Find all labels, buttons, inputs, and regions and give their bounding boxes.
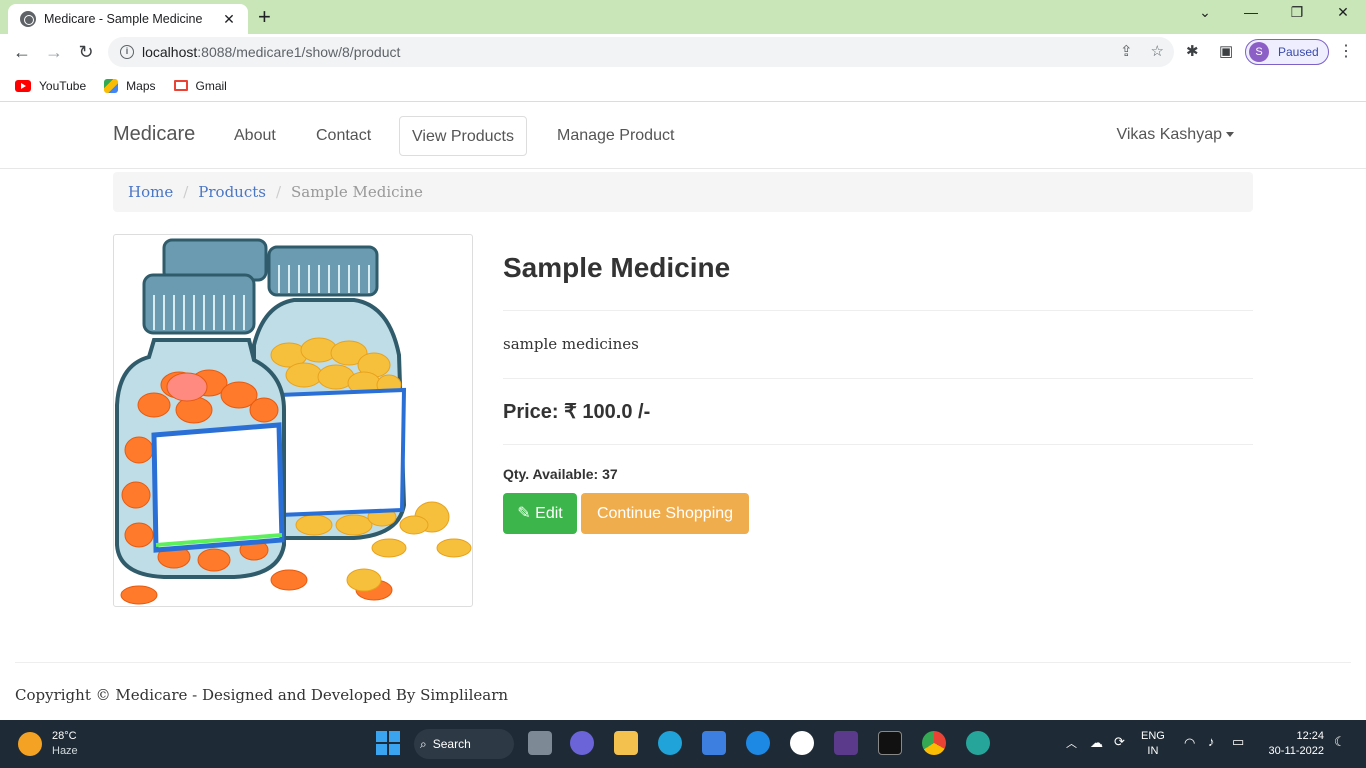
clock-date: 30-11-2022 — [1268, 745, 1324, 757]
weather-temperature: 28°C — [52, 730, 77, 742]
edit-label: Edit — [535, 505, 563, 522]
nav-manage-product[interactable]: Manage Product — [545, 116, 686, 156]
task-view-icon[interactable] — [528, 731, 552, 755]
windows-start-icon[interactable] — [376, 731, 400, 755]
forward-arrow-icon[interactable]: → — [42, 40, 66, 64]
edge-icon[interactable] — [658, 731, 682, 755]
breadcrumb-separator: / — [275, 183, 282, 201]
avatar: S — [1249, 42, 1269, 62]
store-icon[interactable] — [702, 731, 726, 755]
user-dropdown[interactable]: Vikas Kashyap — [1116, 126, 1234, 144]
site-navbar: Medicare About Contact View Products Man… — [0, 103, 1366, 169]
info-icon[interactable]: i — [120, 45, 134, 59]
product-details: Sample Medicine sample medicines Price: … — [503, 248, 1253, 534]
chevron-up-icon[interactable]: ︿ — [1066, 735, 1077, 751]
bookmark-youtube[interactable]: YouTube — [15, 79, 86, 93]
clock-time: 12:24 — [1296, 730, 1324, 742]
bookmark-label: YouTube — [39, 78, 87, 93]
brand-link[interactable]: Medicare — [113, 123, 195, 146]
restore-button[interactable]: ❐ — [1282, 4, 1312, 21]
close-icon[interactable]: ✕ — [220, 11, 238, 28]
bookmark-gmail[interactable]: Gmail — [173, 78, 227, 93]
puzzle-icon[interactable]: ✱ — [1186, 42, 1199, 60]
product-quantity: Qty. Available: 37 — [503, 445, 1253, 494]
youtube-icon — [15, 79, 31, 92]
address-bar[interactable]: i localhost:8088/medicare1/show/8/produc… — [108, 37, 1174, 67]
breadcrumb-home[interactable]: Home — [128, 183, 173, 201]
help-icon[interactable] — [746, 731, 770, 755]
footer-divider — [15, 662, 1351, 663]
side-panel-icon[interactable]: ▣ — [1219, 42, 1233, 60]
qty-label: Qty. Available: — [503, 466, 599, 482]
app-icon[interactable] — [790, 731, 814, 755]
footer-text: Copyright © Medicare - Designed and Deve… — [15, 686, 509, 704]
profile-status: Paused — [1278, 45, 1319, 59]
product-image — [113, 234, 473, 607]
breadcrumb-current: Sample Medicine — [291, 183, 423, 201]
profile-button[interactable]: S Paused — [1245, 39, 1329, 65]
taskbar-search[interactable]: ⌕ Search — [414, 729, 514, 759]
globe-icon — [20, 11, 36, 27]
chevron-down-icon[interactable]: ⌄ — [1190, 4, 1220, 21]
pencil-icon: ✎ — [517, 505, 531, 522]
reload-icon[interactable]: ↻ — [74, 40, 98, 64]
product-description: sample medicines — [503, 335, 639, 353]
more-options-icon[interactable]: ⋮ — [1338, 41, 1354, 61]
lang-top: ENG — [1141, 730, 1165, 742]
search-icon: ⌕ — [420, 736, 427, 751]
window-close-button[interactable]: ✕ — [1328, 4, 1358, 21]
product-title: Sample Medicine — [503, 252, 731, 283]
maps-icon — [104, 78, 119, 93]
chat-icon[interactable] — [570, 731, 594, 755]
gmail-icon — [173, 80, 188, 91]
weather-haze-icon — [18, 732, 42, 756]
wifi-icon[interactable]: ◠ — [1184, 735, 1195, 751]
weather-condition: Haze — [52, 745, 78, 757]
moon-icon[interactable]: ☾ — [1334, 734, 1346, 750]
file-explorer-icon[interactable] — [614, 731, 638, 755]
battery-icon[interactable]: ▭ — [1232, 734, 1244, 750]
qty-value: 37 — [602, 466, 618, 482]
user-name: Vikas Kashyap — [1116, 126, 1222, 143]
breadcrumb-products[interactable]: Products — [198, 183, 266, 201]
terminal-icon[interactable] — [878, 731, 902, 755]
chrome-icon[interactable] — [922, 731, 946, 755]
share-icon[interactable]: ⇪ — [1120, 42, 1133, 60]
browser-toolbar: ← → ↻ i localhost:8088/medicare1/show/8/… — [0, 34, 1366, 70]
breadcrumb-separator: / — [183, 183, 189, 201]
volume-icon[interactable]: ♪ — [1208, 734, 1215, 749]
new-tab-button[interactable]: + — [258, 5, 271, 29]
bookmark-maps[interactable]: Maps — [104, 78, 156, 93]
search-label: Search — [432, 737, 471, 751]
product-price: Price: ₹ 100.0 /- — [503, 401, 651, 423]
caret-down-icon — [1226, 132, 1234, 138]
cloud-icon[interactable]: ☁ — [1090, 735, 1103, 751]
ide-icon[interactable] — [834, 731, 858, 755]
minimize-button[interactable]: — — [1236, 4, 1266, 20]
clock[interactable]: 12:24 30-11-2022 — [1260, 729, 1324, 759]
tab-title: Medicare - Sample Medicine — [44, 12, 203, 26]
continue-shopping-button[interactable]: Continue Shopping — [581, 493, 749, 534]
tab-strip: Medicare - Sample Medicine ✕ + ⌄ — ❐ ✕ — [0, 0, 1366, 34]
app-icon[interactable] — [966, 731, 990, 755]
lang-bottom: IN — [1147, 745, 1159, 757]
sync-icon[interactable]: ⟳ — [1114, 734, 1125, 750]
url-host: localhost — [142, 44, 198, 60]
bookmark-label: Maps — [126, 78, 156, 93]
weather-widget[interactable]: 28°C Haze — [18, 729, 78, 759]
edit-button[interactable]: ✎ Edit — [503, 493, 577, 534]
medicine-bottles-illustration — [115, 238, 472, 605]
bookmark-star-icon[interactable]: ☆ — [1151, 42, 1164, 60]
breadcrumb: Home / Products / Sample Medicine — [113, 172, 1253, 212]
back-arrow-icon[interactable]: ← — [10, 40, 34, 64]
nav-about[interactable]: About — [222, 116, 288, 156]
nav-contact[interactable]: Contact — [304, 116, 383, 156]
nav-view-products[interactable]: View Products — [399, 116, 527, 156]
bookmarks-bar: YouTube Maps Gmail — [0, 70, 1366, 102]
language-indicator[interactable]: ENG IN — [1141, 729, 1165, 759]
browser-tab[interactable]: Medicare - Sample Medicine ✕ — [8, 4, 248, 34]
bookmark-label: Gmail — [195, 78, 227, 93]
windows-taskbar: 28°C Haze ⌕ Search ︿ ☁ ⟳ ENG IN ◠ ♪ ▭ 12… — [0, 720, 1366, 768]
url-path: :8088/medicare1/show/8/product — [197, 44, 401, 60]
